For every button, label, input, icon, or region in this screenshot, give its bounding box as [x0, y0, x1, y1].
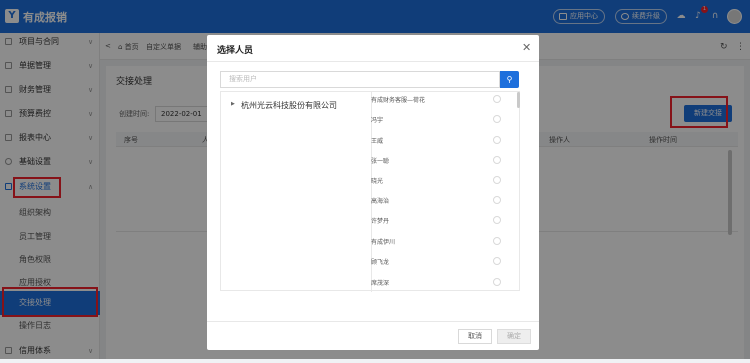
person-radio[interactable]	[493, 136, 501, 144]
person-radio[interactable]	[493, 115, 501, 123]
person-item[interactable]: 顾飞龙	[371, 257, 491, 273]
cancel-button[interactable]: 取消	[458, 329, 492, 344]
close-icon[interactable]: ✕	[522, 41, 531, 54]
divider	[207, 61, 539, 62]
person-list-scrollbar[interactable]	[517, 92, 520, 108]
person-radio[interactable]	[493, 95, 501, 103]
search-icon: ⚲	[506, 75, 513, 84]
person-radio[interactable]	[493, 237, 501, 245]
person-item[interactable]: 许梦丹	[371, 216, 491, 232]
search-user-input[interactable]: 搜索用户	[220, 71, 500, 88]
person-radio[interactable]	[493, 216, 501, 224]
divider	[207, 321, 539, 322]
person-item[interactable]: 张一聪	[371, 156, 491, 172]
dialog-title: 选择人员	[217, 46, 254, 56]
person-item[interactable]: 冯宇	[371, 115, 491, 131]
search-button[interactable]: ⚲	[500, 71, 519, 88]
person-item[interactable]: 王威	[371, 136, 491, 152]
confirm-button[interactable]: 确定	[497, 329, 531, 344]
person-item[interactable]: 席茂深	[371, 278, 491, 294]
person-item[interactable]: 有成财务客服—荷花	[371, 95, 491, 111]
org-tree-label: 杭州光云科技股份有限公司	[241, 101, 337, 110]
person-radio[interactable]	[493, 278, 501, 286]
person-radio[interactable]	[493, 196, 501, 204]
person-item[interactable]: 有成伊川	[371, 237, 491, 253]
person-radio[interactable]	[493, 257, 501, 265]
person-radio[interactable]	[493, 156, 501, 164]
person-item[interactable]: 晓光	[371, 176, 491, 192]
caret-right-icon: ▶	[231, 101, 235, 107]
person-item[interactable]: 高海治	[371, 196, 491, 212]
person-radio[interactable]	[493, 176, 501, 184]
select-person-dialog: 选择人员 ✕ 搜索用户 ⚲ ▶ 杭州光云科技股份有限公司 有成财务客服—荷花 冯…	[207, 35, 539, 350]
